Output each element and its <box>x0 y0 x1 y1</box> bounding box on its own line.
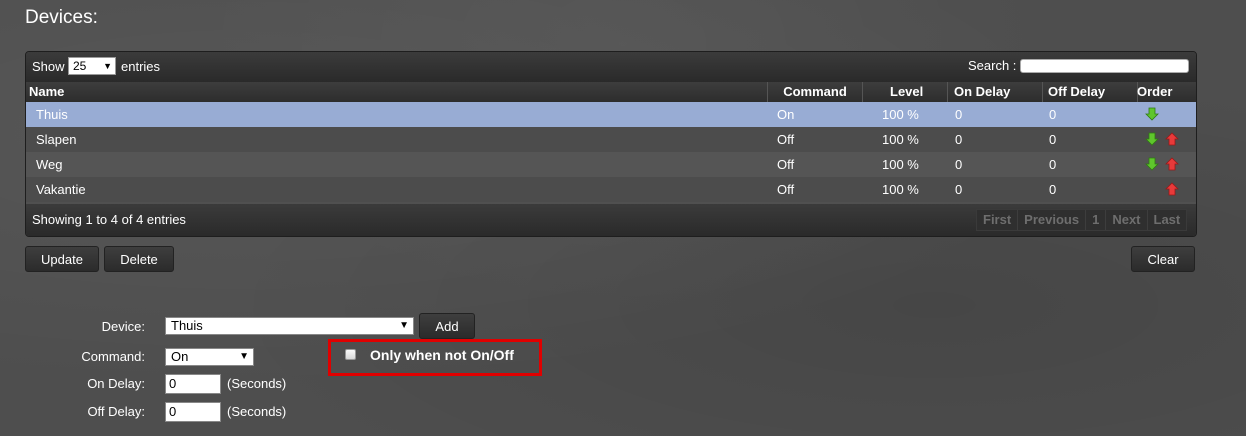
device-select-value: Thuis <box>171 318 203 333</box>
column-header-off-delay[interactable]: Off Delay <box>1042 82 1137 102</box>
chevron-down-icon: ▼ <box>103 61 112 71</box>
off-delay-label: Off Delay: <box>87 404 145 419</box>
command-select-value: On <box>171 349 189 364</box>
devices-table-panel: Show 25 ▼ entries Search : Name Command … <box>25 51 1197 237</box>
on-delay-label: On Delay: <box>87 376 145 391</box>
cell-off-delay: 0 <box>1049 182 1057 197</box>
off-delay-input[interactable]: 0 <box>165 402 221 422</box>
device-select[interactable]: Thuis ▼ <box>165 317 414 335</box>
column-header-level[interactable]: Level <box>862 82 947 102</box>
cell-command: Off <box>777 182 795 197</box>
add-button[interactable]: Add <box>419 313 475 339</box>
cell-on-delay: 0 <box>955 107 963 122</box>
cell-on-delay: 0 <box>955 132 963 147</box>
move-up-icon[interactable] <box>1165 157 1179 171</box>
search-input[interactable] <box>1020 59 1189 73</box>
cell-level: 100 % <box>882 132 919 147</box>
table-footer: Showing 1 to 4 of 4 entries First Previo… <box>26 204 1196 236</box>
cell-on-delay: 0 <box>955 182 963 197</box>
pager-last-button[interactable]: Last <box>1146 210 1187 230</box>
entries-value: 25 <box>73 59 87 73</box>
move-up-icon[interactable] <box>1165 132 1179 146</box>
chevron-down-icon: ▼ <box>239 351 249 362</box>
pagination: First Previous 1 Next Last <box>976 209 1188 231</box>
cell-name: Slapen <box>36 132 77 147</box>
cell-name: Weg <box>36 157 63 172</box>
command-label: Command: <box>81 349 145 364</box>
table-info: Showing 1 to 4 of 4 entries <box>32 212 186 227</box>
cell-on-delay: 0 <box>955 157 963 172</box>
column-header-name[interactable]: Name <box>26 82 767 102</box>
cell-off-delay: 0 <box>1049 132 1057 147</box>
cell-name: Thuis <box>36 107 68 122</box>
entries-per-page-select[interactable]: 25 ▼ <box>68 57 116 75</box>
move-down-icon[interactable] <box>1145 157 1159 171</box>
cell-level: 100 % <box>882 107 919 122</box>
pager-next-button[interactable]: Next <box>1105 210 1146 230</box>
cell-level: 100 % <box>882 182 919 197</box>
delete-button[interactable]: Delete <box>104 246 174 272</box>
entries-label: entries <box>121 59 161 74</box>
table-row[interactable]: Vakantie Off 100 % 0 0 <box>26 177 1196 202</box>
move-down-icon[interactable] <box>1145 132 1159 146</box>
on-delay-input[interactable]: 0 <box>165 374 221 394</box>
cell-off-delay: 0 <box>1049 107 1057 122</box>
clear-button[interactable]: Clear <box>1131 246 1195 272</box>
show-label: Show <box>32 59 65 74</box>
order-header-label: Order <box>1137 84 1173 99</box>
table-row[interactable]: Weg Off 100 % 0 0 <box>26 152 1196 177</box>
cell-command: On <box>777 107 795 122</box>
move-up-icon[interactable] <box>1165 182 1179 196</box>
table-row[interactable]: Thuis On 100 % 0 0 <box>26 102 1196 127</box>
cell-name: Vakantie <box>36 182 86 197</box>
table-row[interactable]: Slapen Off 100 % 0 0 <box>26 127 1196 152</box>
only-when-not-onoff-label[interactable]: Only when not On/Off <box>370 347 514 363</box>
pager-page-1-button[interactable]: 1 <box>1085 210 1105 230</box>
table-header: Name Command Level On Delay Off Delay Or… <box>26 82 1196 102</box>
pager-first-button[interactable]: First <box>977 210 1017 230</box>
column-header-on-delay[interactable]: On Delay <box>947 82 1042 102</box>
column-header-order[interactable]: Order <box>1137 82 1196 102</box>
command-select[interactable]: On ▼ <box>165 348 254 366</box>
only-when-not-onoff-checkbox[interactable] <box>345 349 356 360</box>
on-delay-seconds-label: (Seconds) <box>227 376 287 391</box>
cell-off-delay: 0 <box>1049 157 1057 172</box>
column-header-command[interactable]: Command <box>767 82 862 102</box>
cell-command: Off <box>777 157 795 172</box>
table-toolbar: Show 25 ▼ entries Search : <box>26 52 1196 82</box>
chevron-down-icon: ▼ <box>399 320 409 331</box>
update-button[interactable]: Update <box>25 246 99 272</box>
cell-command: Off <box>777 132 795 147</box>
device-label: Device: <box>101 319 145 334</box>
off-delay-seconds-label: (Seconds) <box>227 404 287 419</box>
move-down-icon[interactable] <box>1145 107 1159 121</box>
pager-previous-button[interactable]: Previous <box>1017 210 1085 230</box>
page-title: Devices: <box>25 7 98 28</box>
cell-level: 100 % <box>882 157 919 172</box>
search-label: Search : <box>968 58 1017 73</box>
